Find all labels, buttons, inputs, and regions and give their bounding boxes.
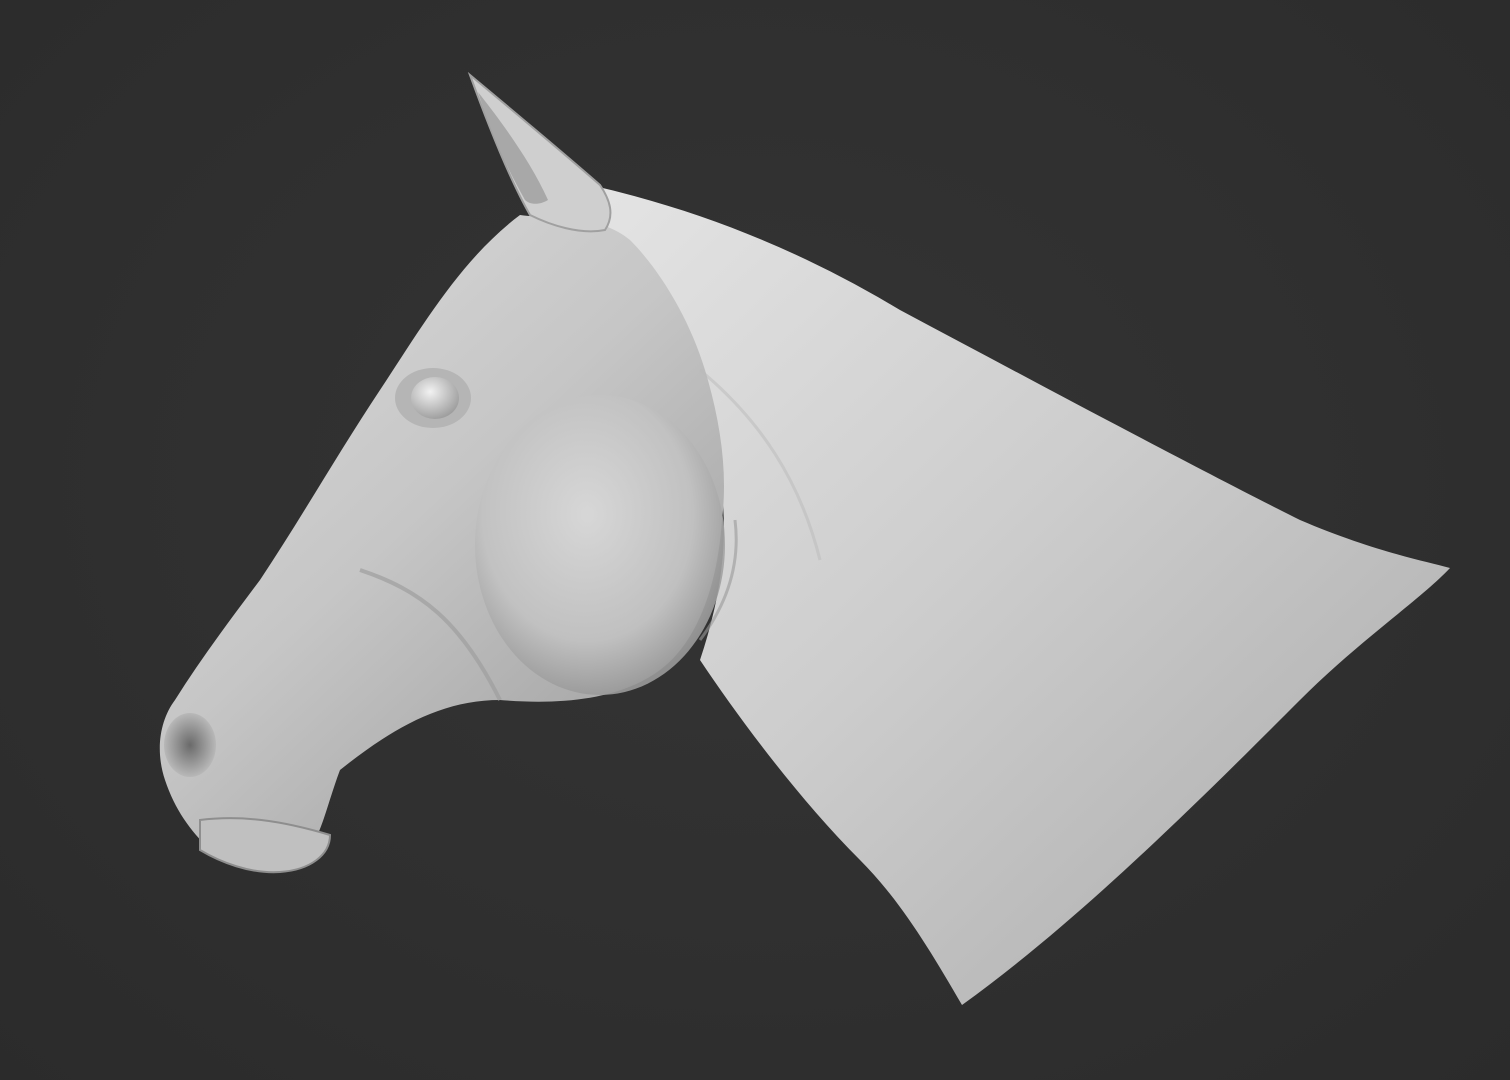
- ear: [467, 71, 612, 233]
- nostril: [164, 713, 216, 777]
- render-viewport: [0, 0, 1510, 1080]
- horse-head-sculpt: [159, 71, 1450, 1005]
- neck: [590, 185, 1450, 1005]
- eye: [411, 377, 459, 419]
- cheek: [475, 395, 725, 695]
